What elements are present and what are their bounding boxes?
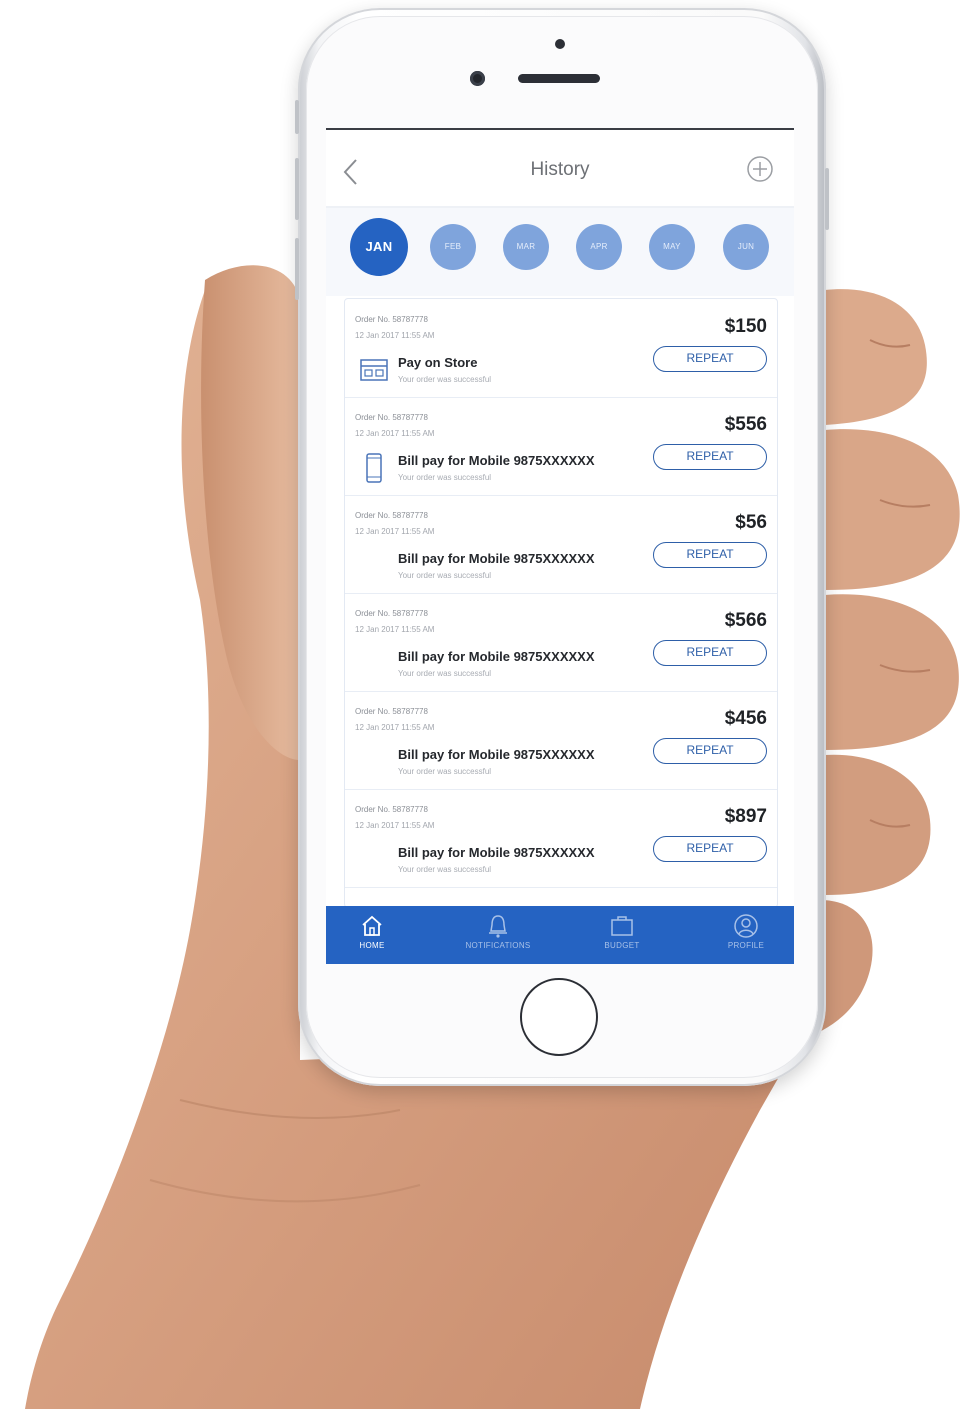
order-item: Order No. 58787778 12 Jan 2017 11:55 AM … xyxy=(345,397,777,496)
order-status-message: Your order was successful xyxy=(398,865,492,874)
order-date: 12 Jan 2017 11:55 AM xyxy=(355,429,435,438)
volume-down-button xyxy=(295,238,299,300)
order-status-message: Your order was successful xyxy=(398,571,492,580)
month-may[interactable]: MAY xyxy=(649,224,695,270)
order-status-message: Your order was successful xyxy=(398,375,492,384)
tab-home[interactable]: HOME xyxy=(340,906,404,964)
repeat-button[interactable]: REPEAT xyxy=(653,444,767,470)
month-jan[interactable]: JAN xyxy=(350,218,408,276)
order-date: 12 Jan 2017 11:55 AM xyxy=(355,625,435,634)
order-amount: $456 xyxy=(724,708,767,729)
order-item: Order No. 58787778 12 Jan 2017 11:55 AM … xyxy=(345,299,777,398)
order-number: Order No. 58787778 xyxy=(355,805,428,814)
tab-profile-label: PROFILE xyxy=(727,941,765,950)
order-item: Order No. 58787778 12 Jan 2017 11:55 AM … xyxy=(345,691,777,790)
month-feb[interactable]: FEB xyxy=(430,224,476,270)
order-status-message: Your order was successful xyxy=(398,767,492,776)
add-circle-icon[interactable] xyxy=(746,155,774,183)
order-number: Order No. 58787778 xyxy=(355,609,428,618)
volume-up-button xyxy=(295,158,299,220)
order-date: 12 Jan 2017 11:55 AM xyxy=(355,331,435,340)
user-icon xyxy=(734,914,758,938)
order-title: Bill pay for Mobile 9875XXXXXX xyxy=(398,747,595,762)
order-title: Bill pay for Mobile 9875XXXXXX xyxy=(398,551,595,566)
power-button xyxy=(825,168,829,230)
earpiece-speaker xyxy=(518,74,600,83)
tab-notifications[interactable]: NOTIFICATIONS xyxy=(448,906,548,964)
bell-icon xyxy=(489,915,507,938)
order-number: Order No. 58787778 xyxy=(355,413,428,422)
briefcase-icon xyxy=(611,916,633,936)
order-amount: $566 xyxy=(724,610,767,631)
order-number: Order No. 58787778 xyxy=(355,511,428,520)
mobile-icon xyxy=(366,453,382,483)
repeat-button[interactable]: REPEAT xyxy=(653,738,767,764)
tab-budget[interactable]: BUDGET xyxy=(582,906,662,964)
order-amount: $150 xyxy=(724,316,767,337)
month-apr[interactable]: APR xyxy=(576,224,622,270)
app-screen: History JAN FEB MAR APR MAY JUN Order No… xyxy=(326,128,794,964)
proximity-sensor xyxy=(555,39,565,49)
photo-stage: History JAN FEB MAR APR MAY JUN Order No… xyxy=(0,0,965,1409)
page-title: History xyxy=(530,159,590,180)
app-header: History xyxy=(326,130,794,208)
order-date: 12 Jan 2017 11:55 AM xyxy=(355,527,435,536)
repeat-button[interactable]: REPEAT xyxy=(653,836,767,862)
order-number: Order No. 58787778 xyxy=(355,707,428,716)
store-icon xyxy=(360,359,388,381)
tab-notifications-label: NOTIFICATIONS xyxy=(465,941,531,950)
order-date: 12 Jan 2017 11:55 AM xyxy=(355,821,435,830)
order-number: Order No. 58787778 xyxy=(355,315,428,324)
order-title: Bill pay for Mobile 9875XXXXXX xyxy=(398,649,595,664)
month-mar[interactable]: MAR xyxy=(503,224,549,270)
month-selector: JAN FEB MAR APR MAY JUN xyxy=(326,208,794,296)
order-item: Order No. 58787778 12 Jan 2017 11:55 AM … xyxy=(345,593,777,692)
order-status-message: Your order was successful xyxy=(398,669,492,678)
order-title: Pay on Store xyxy=(398,355,478,370)
order-item: Order No. 58787778 12 Jan 2017 11:55 AM … xyxy=(345,495,777,594)
repeat-button[interactable]: REPEAT xyxy=(653,346,767,372)
order-history-list: Order No. 58787778 12 Jan 2017 11:55 AM … xyxy=(344,298,778,908)
order-status-message: Your order was successful xyxy=(398,473,492,482)
phone-device: History JAN FEB MAR APR MAY JUN Order No… xyxy=(295,8,829,1086)
tab-profile[interactable]: PROFILE xyxy=(710,906,782,964)
order-amount: $556 xyxy=(724,414,767,435)
order-amount: $56 xyxy=(735,512,767,533)
repeat-button[interactable]: REPEAT xyxy=(653,542,767,568)
order-title: Bill pay for Mobile 9875XXXXXX xyxy=(398,845,595,860)
tab-budget-label: BUDGET xyxy=(604,941,640,950)
mute-switch xyxy=(295,100,299,134)
order-amount: $897 xyxy=(724,806,767,827)
order-item: Order No. 58787778 12 Jan 2017 11:55 AM … xyxy=(345,789,777,888)
bottom-tab-bar: HOME NOTIFICATIONS BUDGET PROFILE xyxy=(326,906,794,964)
front-camera xyxy=(470,71,485,86)
tab-home-label: HOME xyxy=(359,941,385,950)
month-jun[interactable]: JUN xyxy=(723,224,769,270)
order-date: 12 Jan 2017 11:55 AM xyxy=(355,723,435,732)
repeat-button[interactable]: REPEAT xyxy=(653,640,767,666)
home-button[interactable] xyxy=(520,978,598,1056)
order-title: Bill pay for Mobile 9875XXXXXX xyxy=(398,453,595,468)
home-icon xyxy=(362,915,382,936)
